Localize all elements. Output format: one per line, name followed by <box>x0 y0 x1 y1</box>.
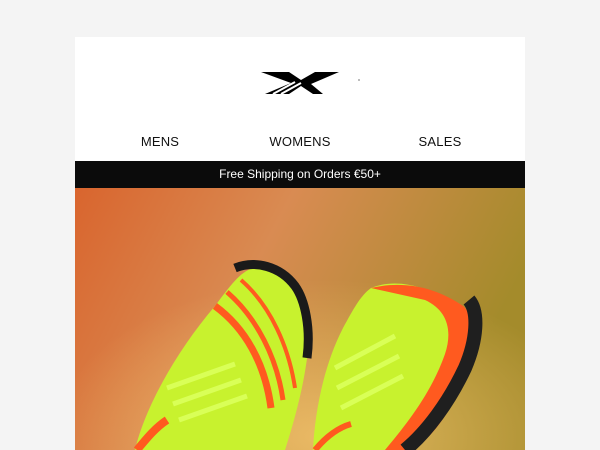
nav-sales-link[interactable]: SALES <box>380 133 500 151</box>
nav-mens-link[interactable]: MENS <box>100 133 220 151</box>
email-header: MENS WOMENS SALES <box>75 37 525 161</box>
hero-shoe-image[interactable] <box>75 188 525 450</box>
main-nav: MENS WOMENS SALES <box>75 133 525 151</box>
reebok-logo-icon[interactable] <box>261 70 341 96</box>
nav-womens-link[interactable]: WOMENS <box>240 133 360 151</box>
decorative-dot <box>358 79 360 81</box>
shipping-banner[interactable]: Free Shipping on Orders €50+ <box>75 161 525 188</box>
email-container: MENS WOMENS SALES Free Shipping on Order… <box>75 37 525 450</box>
